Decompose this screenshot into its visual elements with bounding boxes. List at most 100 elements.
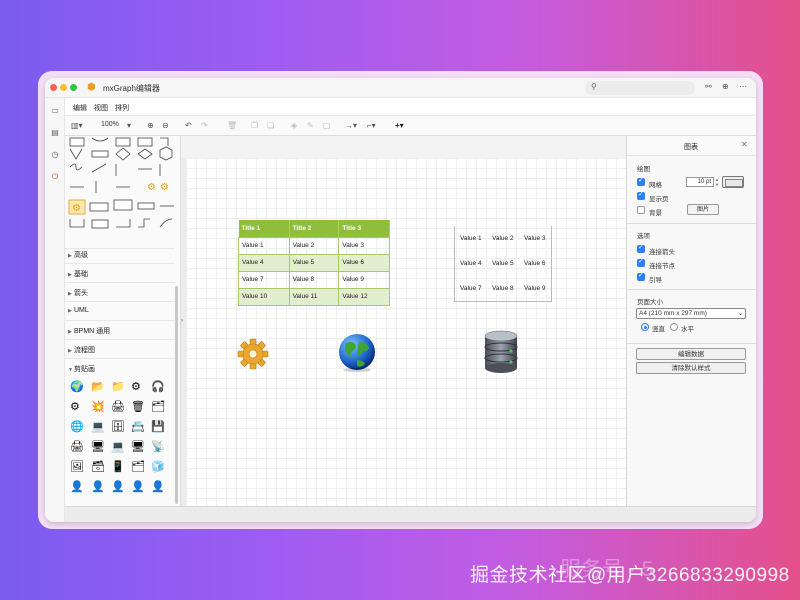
link-icon[interactable]: ⚯ [705,82,712,91]
clear-default-style-button[interactable]: 清除默认样式 [636,362,746,374]
fill-color-icon[interactable]: ◈ [291,121,297,130]
guides-checkbox[interactable] [637,271,645,281]
page-view-icon[interactable]: ▥▾ [71,121,83,130]
category-arrows[interactable]: ▶ 箭头 [68,288,176,300]
landscape-radio[interactable] [670,323,678,331]
svg-text:📇: 📇 [131,420,145,433]
plain-table[interactable]: Value 1 Value 2 Value 3 Value 4 Value 5 … [454,226,552,302]
menu-arrange[interactable]: 排列 [115,103,129,113]
svg-text:⚙: ⚙ [147,182,156,193]
close-window-button[interactable] [50,84,57,91]
sidebar-scrollbar[interactable] [175,286,178,504]
grid-size-input[interactable]: 10 pt [686,177,714,187]
drawing-section-title: 绘图 [637,166,650,173]
table-cell: Value 11 [288,287,340,306]
category-flowchart[interactable]: ▶ 流程图 [68,345,176,357]
menu-edit[interactable]: 编辑 [73,103,87,113]
waypoints-icon[interactable]: ⌐▾ [367,121,376,130]
shapes-sidebar: ⚙ ⚙ ⚙ ▶ 高级 ▶ 基础 ▶ 箭头 ▶ UML ▶ BPMN 通用 ▶ 流程图 ▼剪贴… [65,136,181,506]
document-icon[interactable]: ▤ [50,128,60,138]
background-checkbox[interactable] [637,206,645,214]
shadow-icon[interactable]: ▢ [323,121,331,130]
connection-style-icon[interactable]: →▾ [345,121,357,130]
canvas-margin [181,136,626,158]
shape-palette[interactable]: ⚙ ⚙ ⚙ [65,136,175,246]
delete-icon[interactable]: 🗑 [227,121,237,130]
table-cell: Value 4 [460,260,482,267]
to-back-icon[interactable]: ❏ [267,121,274,130]
zoom-in-icon[interactable]: ⊕ [147,121,154,130]
table-cell: Value 6 [338,253,390,272]
svg-text:🌍: 🌍 [70,380,84,393]
grid-size-stepper[interactable]: ▲ ▼ [715,177,720,187]
edit-data-button[interactable]: 编辑数据 [636,348,746,360]
svg-text:🖼: 🖼 [70,460,84,473]
table-cell: Value 8 [288,270,340,289]
category-bpmn[interactable]: ▶ BPMN 通用 [68,326,176,338]
svg-text:⚙: ⚙ [72,203,81,214]
maximize-window-button[interactable] [70,84,77,91]
page-size-select[interactable]: A4 (210 mm x 297 mm) ⌄ [636,308,746,319]
table-cell: Value 3 [338,236,390,255]
svg-text:🖥: 🖥 [91,440,105,453]
category-advanced[interactable]: ▶ 高级 [68,250,176,262]
clipart-grid[interactable]: 🌍 📂 📁 ⚙ 🎧 ⚙ 💥 🖨 🗑 🗂 🌐 💻 🗄 📇 💾 🖨 🖥 💻 🖥 📡 🖼 🗃 📱 🗂 🧊 👤 👤 👤 👤 👤 [65,376,175,506]
panel-title: 图表 [684,144,698,151]
category-clipart[interactable]: ▼剪贴画 [68,364,176,376]
title-bar: ⬢ mxGraph编辑器 ⚲ ⚯ ⊕ ⋯ [45,78,756,98]
power-icon[interactable]: ⏻ [50,172,60,182]
table-row: Value 10 Value 11 Value 12 [238,287,390,306]
history-icon[interactable]: ◷ [50,150,60,160]
connection-points-label: 连接节点 [649,263,675,270]
background-image-button[interactable]: 图片 [687,204,719,215]
table-cell: Value 12 [338,287,390,306]
format-panel: 图表 ✕ 绘图 网格 显示页 背景 选项 连接箭头 连接节点 引导 页面大小 [626,136,756,506]
line-color-icon[interactable]: ✎ [307,121,314,130]
grid-checkbox[interactable] [637,176,645,186]
table-cell: Value 7 [460,284,482,292]
svg-text:💥: 💥 [91,400,105,413]
table-cell: Value 9 [523,284,546,292]
green-table[interactable]: Title 1 Title 2 Title 3 Value 1 Value 2 … [238,220,390,306]
status-bar [65,506,756,522]
table-cell: Value 10 [238,287,290,306]
chevron-down-icon[interactable]: ▾ [127,121,131,130]
panel-header: 图表 ✕ [627,136,756,156]
options-section-title: 选项 [637,233,650,240]
portrait-radio[interactable] [641,323,649,331]
redo-icon[interactable]: ↷ [201,121,208,130]
table-cell: Value 3 [523,235,546,242]
zoom-level[interactable]: 100% [101,121,119,128]
minimize-window-button[interactable] [60,84,67,91]
svg-text:🗃: 🗃 [91,460,105,473]
svg-text:⚙: ⚙ [160,182,169,193]
zoom-out-icon[interactable]: ⊖ [162,121,169,130]
guides-label: 引导 [649,277,662,284]
category-uml[interactable]: ▶ UML [68,307,176,319]
insert-icon[interactable]: +▾ [395,121,404,130]
table-row: Value 1 Value 2 Value 3 [238,236,390,255]
close-icon[interactable]: ✕ [741,140,748,149]
splitter-handle[interactable]: › [181,318,183,324]
connection-arrows-checkbox[interactable] [637,243,645,253]
undo-icon[interactable]: ↶ [185,121,192,130]
svg-text:📂: 📂 [91,381,105,393]
zoom-icon[interactable]: ⊕ [722,82,729,91]
background-label: 背景 [649,210,662,217]
address-bar[interactable]: ⚲ [585,81,695,95]
svg-text:🌐: 🌐 [70,420,84,433]
svg-text:👤: 👤 [91,480,105,493]
globe-icon[interactable] [337,332,377,372]
folder-icon[interactable]: ▭ [50,106,60,116]
to-front-icon[interactable]: ❐ [251,121,258,130]
gear-icon[interactable] [235,336,271,372]
more-icon[interactable]: ⋯ [739,82,747,91]
connection-points-checkbox[interactable] [637,257,645,267]
menu-view[interactable]: 视图 [94,103,108,113]
table-cell: Value 5 [492,260,514,267]
table-cell: Value 2 [492,235,514,242]
page-view-checkbox[interactable] [637,190,645,200]
category-basic[interactable]: ▶ 基础 [68,269,176,281]
database-icon[interactable] [481,330,521,374]
grid-color-button[interactable] [722,176,744,188]
